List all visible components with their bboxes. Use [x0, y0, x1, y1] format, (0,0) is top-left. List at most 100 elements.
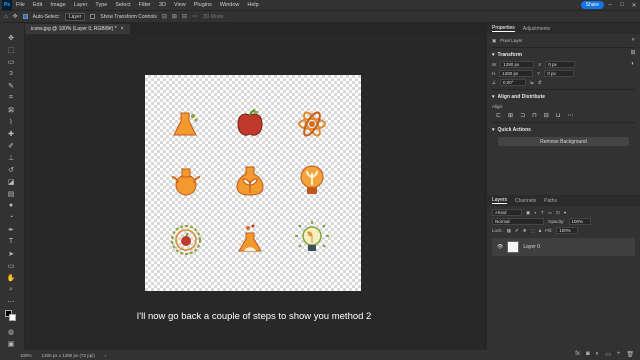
- lock-artboard-icon[interactable]: ⬚: [531, 228, 535, 234]
- transform-header[interactable]: ▾ Transform: [492, 50, 635, 60]
- eyedropper-tool-icon[interactable]: ⌇: [6, 117, 16, 126]
- menu-view[interactable]: View: [170, 2, 190, 8]
- clone-stamp-tool-icon[interactable]: ⊥: [6, 153, 16, 162]
- align-right-edges-icon[interactable]: ⊐: [520, 112, 525, 119]
- tab-paths[interactable]: Paths: [544, 198, 557, 204]
- menu-help[interactable]: Help: [243, 2, 262, 8]
- shape-tool-icon[interactable]: ▭: [6, 261, 16, 270]
- fill-field[interactable]: 100%: [556, 227, 579, 234]
- eraser-tool-icon[interactable]: ◪: [6, 177, 16, 186]
- align-horizontal-centers-icon[interactable]: ⊞: [508, 112, 513, 119]
- new-layer-icon[interactable]: +: [617, 351, 621, 358]
- auto-select-checkbox[interactable]: [22, 14, 28, 19]
- menu-3d[interactable]: 3D: [155, 2, 170, 8]
- close-tab-icon[interactable]: ×: [121, 26, 124, 32]
- more-tools-icon[interactable]: ⋯: [6, 297, 16, 306]
- canvas-area[interactable]: I'll now go back a couple of steps to sh…: [25, 34, 483, 350]
- home-icon[interactable]: ⌂: [4, 14, 8, 20]
- y-field[interactable]: 0 px: [544, 70, 575, 77]
- zoom-tool-icon[interactable]: ⌕: [6, 285, 16, 294]
- more-options-icon[interactable]: ⋯: [568, 112, 574, 119]
- menu-file[interactable]: File: [12, 2, 29, 8]
- document-canvas[interactable]: [145, 75, 361, 291]
- align-top-edges-icon[interactable]: ⊓: [532, 112, 537, 119]
- panel-expand-icon[interactable]: »: [628, 37, 638, 49]
- adjustments-panel-icon[interactable]: ◐: [628, 61, 638, 73]
- filter-type-icon[interactable]: T: [541, 210, 544, 215]
- gradient-tool-icon[interactable]: ▤: [6, 189, 16, 198]
- auto-select-dropdown[interactable]: Layer: [64, 12, 86, 21]
- blur-tool-icon[interactable]: ●: [6, 201, 16, 210]
- move-tool-icon[interactable]: ✥: [6, 33, 16, 42]
- filter-toggle-icon[interactable]: ●: [564, 210, 567, 215]
- crop-tool-icon[interactable]: ⌗: [6, 93, 16, 102]
- type-tool-icon[interactable]: T: [6, 237, 16, 246]
- history-brush-tool-icon[interactable]: ↺: [6, 165, 16, 174]
- layer-fx-icon[interactable]: fx: [575, 351, 580, 358]
- pen-tool-icon[interactable]: ✒: [6, 225, 16, 234]
- align-header[interactable]: ▾ Align and Distribute: [492, 92, 635, 102]
- minimize-icon[interactable]: –: [604, 0, 616, 10]
- lock-image-icon[interactable]: ✐: [515, 228, 519, 234]
- width-field[interactable]: 1280 px: [500, 61, 535, 68]
- menu-type[interactable]: Type: [91, 2, 111, 8]
- menu-plugins[interactable]: Plugins: [190, 2, 216, 8]
- path-selection-tool-icon[interactable]: ➤: [6, 249, 16, 258]
- share-button[interactable]: Share: [580, 1, 604, 9]
- adjustment-layer-icon[interactable]: ◐: [596, 351, 600, 358]
- filter-shape-icon[interactable]: ▭: [548, 210, 552, 216]
- menu-layer[interactable]: Layer: [70, 2, 92, 8]
- move-tool-icon[interactable]: ✥: [13, 13, 18, 20]
- kind-filter-dropdown[interactable]: ⌕ Kind: [492, 209, 522, 216]
- quick-mask-icon[interactable]: ◍: [6, 327, 16, 336]
- zoom-level[interactable]: 100%: [20, 353, 32, 358]
- tab-adjustments[interactable]: Adjustments: [523, 26, 551, 32]
- align-left-edges-icon[interactable]: ⊏: [496, 112, 501, 119]
- document-tab[interactable]: icons.jpg @ 100% (Layer 0, RGB/8#) * ×: [25, 24, 130, 34]
- maximize-icon[interactable]: □: [616, 0, 628, 10]
- menu-image[interactable]: Image: [46, 2, 69, 8]
- menu-filter[interactable]: Filter: [135, 2, 155, 8]
- marquee-tool-icon[interactable]: ▭: [6, 57, 16, 66]
- status-arrow[interactable]: ›: [105, 353, 107, 358]
- align-left-icon[interactable]: ⊟: [162, 13, 167, 20]
- transform-controls-checkbox[interactable]: [90, 14, 96, 19]
- brush-tool-icon[interactable]: ✐: [6, 141, 16, 150]
- blend-mode-dropdown[interactable]: Normal: [492, 218, 544, 225]
- dodge-tool-icon[interactable]: ◔: [6, 213, 16, 222]
- align-center-icon[interactable]: ⊞: [172, 13, 177, 20]
- lock-all-icon[interactable]: 🔒︎: [539, 228, 541, 233]
- hand-tool-icon[interactable]: ✋: [6, 273, 16, 282]
- x-field[interactable]: 0 px: [545, 61, 576, 68]
- menu-select[interactable]: Select: [111, 2, 134, 8]
- distribute-icon[interactable]: ⋯: [192, 13, 198, 20]
- tab-layers[interactable]: Layers: [492, 197, 508, 204]
- layer-row[interactable]: 👁︎ Layer 0: [492, 238, 635, 256]
- flip-horizontal-icon[interactable]: ⇋: [530, 80, 534, 86]
- menu-window[interactable]: Window: [216, 2, 244, 8]
- filter-adjustment-icon[interactable]: ◐: [534, 210, 537, 215]
- layer-name[interactable]: Layer 0: [523, 244, 540, 250]
- opacity-field[interactable]: 100%: [568, 218, 591, 225]
- frame-tool-icon[interactable]: ⊠: [6, 105, 16, 114]
- delete-layer-icon[interactable]: 🗑︎: [626, 351, 634, 358]
- screen-mode-icon[interactable]: ▣: [6, 339, 16, 348]
- tab-channels[interactable]: Channels: [515, 198, 536, 204]
- artboard-tool-icon[interactable]: ⬚: [6, 45, 16, 54]
- lasso-tool-icon[interactable]: ↄ: [6, 69, 16, 78]
- align-vertical-centers-icon[interactable]: ⊟: [544, 112, 549, 119]
- group-icon[interactable]: ▭: [605, 351, 611, 358]
- properties-panel-icon[interactable]: ⊞: [628, 49, 638, 61]
- filter-smart-icon[interactable]: ⊡: [556, 210, 560, 216]
- align-right-icon[interactable]: ⊟: [182, 13, 187, 20]
- tab-properties[interactable]: Properties: [492, 25, 515, 32]
- flip-vertical-icon[interactable]: ⇵: [538, 80, 542, 86]
- close-window-icon[interactable]: ✕: [628, 0, 640, 10]
- background-color-swatch[interactable]: [9, 314, 16, 321]
- filter-pixel-icon[interactable]: ▣: [526, 210, 530, 216]
- quick-actions-header[interactable]: ▾ Quick Actions: [492, 125, 635, 135]
- height-field[interactable]: 1280 px: [499, 70, 534, 77]
- align-bottom-edges-icon[interactable]: ⊔: [556, 112, 561, 119]
- healing-brush-tool-icon[interactable]: ✚: [6, 129, 16, 138]
- lock-position-icon[interactable]: ✥: [523, 228, 527, 234]
